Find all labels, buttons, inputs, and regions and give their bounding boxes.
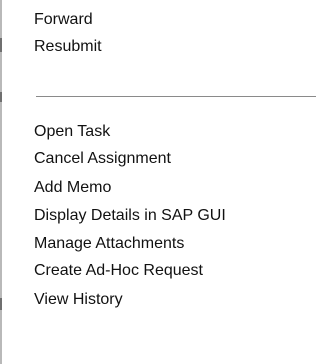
menu-item-cancel-assignment[interactable]: Cancel Assignment <box>34 146 318 172</box>
menu-separator <box>36 96 316 97</box>
menu-item-resubmit[interactable]: Resubmit <box>34 34 318 60</box>
menu-border-mark <box>0 298 2 310</box>
menu-item-create-ad-hoc-request[interactable]: Create Ad-Hoc Request <box>34 258 318 284</box>
menu-border-mark <box>0 38 2 52</box>
menu-item-open-task[interactable]: Open Task <box>34 119 318 145</box>
menu-border-mark <box>0 92 2 102</box>
menu-item-display-details-sap-gui[interactable]: Display Details in SAP GUI <box>34 203 318 229</box>
context-menu: Forward Resubmit Open Task Cancel Assign… <box>0 0 320 364</box>
menu-item-manage-attachments[interactable]: Manage Attachments <box>34 231 318 257</box>
menu-item-view-history[interactable]: View History <box>34 287 318 313</box>
menu-item-forward[interactable]: Forward <box>34 7 318 33</box>
menu-item-add-memo[interactable]: Add Memo <box>34 175 318 201</box>
